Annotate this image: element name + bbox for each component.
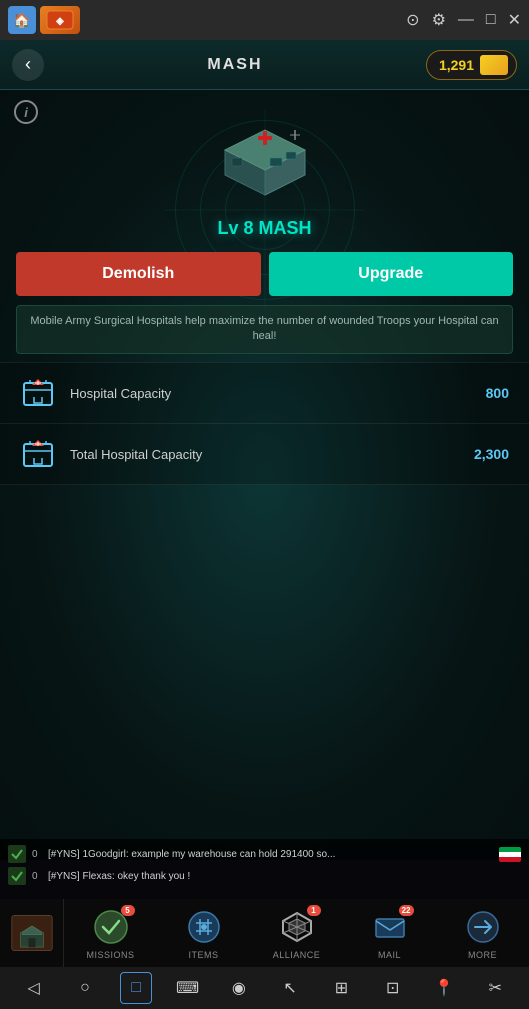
- sys-pointer-btn[interactable]: ↖: [274, 972, 306, 1004]
- gold-amount: 1,291: [439, 57, 474, 73]
- building-title: Lv 8 MASH: [0, 218, 529, 239]
- info-icon[interactable]: i: [14, 100, 38, 124]
- nav-label-missions: MISSIONS: [86, 950, 134, 960]
- chat-bar: 0 [#YNS] 1Goodgirl: example my warehouse…: [0, 839, 529, 899]
- gold-display: 1,291: [426, 50, 517, 80]
- stat-value-1: 2,300: [474, 446, 509, 462]
- window-controls: ⊙ ⚙ — □ ✕: [406, 10, 521, 30]
- nav-item-items[interactable]: ITEMS: [157, 899, 250, 967]
- nav-item-more[interactable]: MORE: [436, 899, 529, 967]
- sys-window-btn[interactable]: ⊞: [325, 972, 357, 1004]
- screen-title: MASH: [207, 56, 262, 74]
- chat-flag-0: [499, 847, 521, 862]
- nav-mail-icon-area: 22: [368, 907, 412, 947]
- nav-label-more: MORE: [468, 950, 497, 960]
- sys-home-btn[interactable]: ○: [69, 972, 101, 1004]
- stat-label-1: Total Hospital Capacity: [70, 447, 460, 462]
- title-bar-left: 🏠 ◈: [8, 6, 80, 34]
- gold-icon: [480, 55, 508, 75]
- nav-more-icon-area: [461, 907, 505, 947]
- hospital-capacity-icon: [20, 375, 56, 411]
- main-content: i Lv 8 MASH Demo: [0, 90, 529, 860]
- chat-badge-1: [8, 867, 26, 885]
- nav-missions-icon-area: 5: [89, 907, 133, 947]
- action-buttons: Demolish Upgrade: [16, 252, 513, 296]
- home-icon[interactable]: 🏠: [8, 6, 36, 34]
- building-image-container: [205, 120, 325, 210]
- total-capacity-icon: [20, 436, 56, 472]
- demolish-button[interactable]: Demolish: [16, 252, 261, 296]
- app-icon: ◈: [40, 6, 80, 34]
- nav-item-mail[interactable]: 22 MAIL: [343, 899, 436, 967]
- close-icon[interactable]: ✕: [508, 10, 521, 30]
- game-header: ‹ MASH 1,291: [0, 40, 529, 90]
- chat-text-1: [#YNS] Flexas: okey thank you !: [48, 871, 521, 882]
- nav-badge-missions: 5: [121, 905, 135, 916]
- chat-line-1: 0 [#YNS] Flexas: okey thank you !: [8, 865, 521, 887]
- system-bar: ◁ ○ □ ⌨ ◉ ↖ ⊞ ⊡ 📍 ✂: [0, 967, 529, 1009]
- sys-device-btn[interactable]: ⊡: [377, 972, 409, 1004]
- nav-item-alliance[interactable]: 1 ALLIANCE: [250, 899, 343, 967]
- title-bar: 🏠 ◈ ⊙ ⚙ — □ ✕: [0, 0, 529, 40]
- nav-label-items: ITEMS: [188, 950, 218, 960]
- chat-count-0: 0: [32, 849, 42, 860]
- bottom-nav: 5 MISSIONS ITEMS 1 ALLIANCE: [0, 899, 529, 967]
- chat-line-0: 0 [#YNS] 1Goodgirl: example my warehouse…: [8, 843, 521, 865]
- nav-badge-mail: 22: [399, 905, 414, 916]
- chat-count-1: 0: [32, 871, 42, 882]
- sys-app-switcher-btn[interactable]: □: [120, 972, 152, 1004]
- stat-value-0: 800: [486, 385, 509, 401]
- description-box: Mobile Army Surgical Hospitals help maxi…: [16, 305, 513, 354]
- stat-row-total-capacity: Total Hospital Capacity 2,300: [0, 424, 529, 485]
- chat-text-0: [#YNS] 1Goodgirl: example my warehouse c…: [48, 849, 493, 860]
- chat-badge-0: [8, 845, 26, 863]
- nav-building-icon-area: [10, 913, 54, 953]
- nav-label-mail: MAIL: [378, 950, 401, 960]
- svg-text:◈: ◈: [55, 16, 64, 27]
- sys-camera-btn[interactable]: ◉: [223, 972, 255, 1004]
- settings-icon[interactable]: ⊙: [406, 10, 419, 30]
- stat-label-0: Hospital Capacity: [70, 386, 472, 401]
- building-image: [210, 125, 320, 205]
- nav-label-alliance: ALLIANCE: [273, 950, 321, 960]
- sys-back-btn[interactable]: ◁: [18, 972, 50, 1004]
- stats-container: Hospital Capacity 800 Total Hospital Cap…: [0, 362, 529, 485]
- minimize-icon[interactable]: —: [458, 11, 474, 29]
- stat-row-hospital-capacity: Hospital Capacity 800: [0, 362, 529, 424]
- gear-icon[interactable]: ⚙: [432, 10, 446, 30]
- nav-alliance-icon-area: 1: [275, 907, 319, 947]
- maximize-icon[interactable]: □: [486, 11, 496, 29]
- nav-items-icon-area: [182, 907, 226, 947]
- upgrade-button[interactable]: Upgrade: [269, 252, 514, 296]
- sys-location-btn[interactable]: 📍: [428, 972, 460, 1004]
- nav-item-missions[interactable]: 5 MISSIONS: [64, 899, 157, 967]
- sys-keyboard-btn[interactable]: ⌨: [172, 972, 204, 1004]
- back-button[interactable]: ‹: [12, 49, 44, 81]
- sys-screenshot-btn[interactable]: ✂: [479, 972, 511, 1004]
- nav-item-building[interactable]: [0, 899, 64, 967]
- nav-badge-alliance: 1: [307, 905, 321, 916]
- description-text: Mobile Army Surgical Hospitals help maxi…: [29, 314, 500, 345]
